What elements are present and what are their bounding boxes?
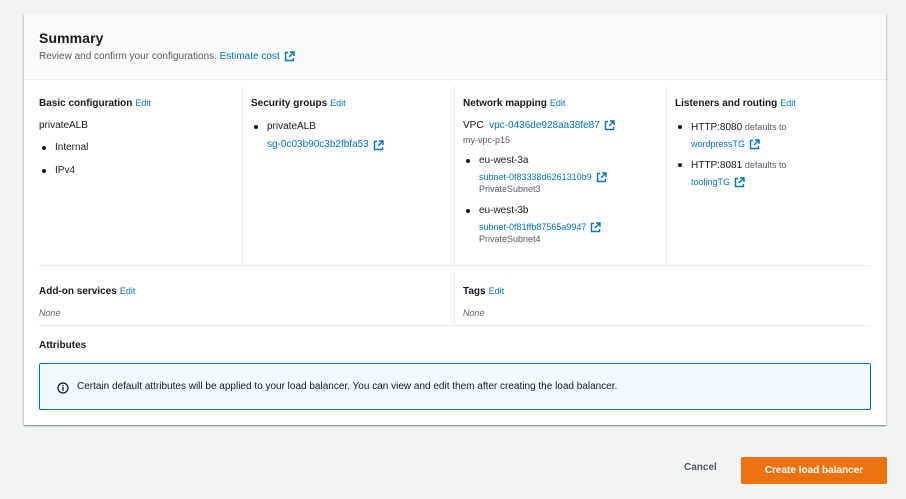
network-mapping-section: Network mapping Edit VPC vpc-0436de928aa3… — [463, 88, 663, 264]
external-link-icon[interactable] — [596, 171, 607, 183]
vpc-id-link[interactable]: vpc-0436de928aa38fe87 — [489, 120, 600, 131]
security-groups-title: Security groups — [251, 98, 328, 109]
security-groups-section: Security groups Edit privateALB sg-0c03b9… — [251, 88, 451, 264]
info-circle-icon — [57, 381, 69, 394]
external-link-icon[interactable] — [749, 138, 760, 150]
basic-configuration-edit-link[interactable]: Edit — [135, 98, 151, 108]
external-link-icon[interactable] — [373, 139, 384, 151]
security-groups-edit-link[interactable]: Edit — [330, 98, 346, 108]
attributes-info-alert: Certain default attributes will be appli… — [39, 363, 871, 410]
security-groups-list: privateALB sg-0c03b90c3b2fbfa53 — [251, 121, 451, 151]
availability-zone-list: eu-west-3a subnet-0f83338d6261310b9 Priv… — [463, 155, 663, 245]
listener-protocol-port: HTTP:8080 — [691, 122, 743, 133]
subnet-row: subnet-0f83338d6261310b9 — [479, 171, 663, 183]
addon-services-value: None — [39, 308, 61, 318]
tags-heading: Tags Edit — [463, 284, 863, 298]
subnet-name: PrivateSubnet3 — [479, 184, 541, 194]
column-divider — [454, 272, 455, 324]
security-group-id-row: sg-0c03b90c3b2fbfa53 — [267, 139, 451, 151]
target-group-row: wordpressTG — [691, 138, 875, 150]
tags-value: None — [463, 308, 485, 318]
summary-title: Summary — [39, 30, 104, 46]
scheme-item: Internal — [39, 142, 239, 154]
defaults-to-text: defaults to — [744, 122, 787, 132]
security-group-name: privateALB — [267, 121, 316, 132]
estimate-cost-link[interactable]: Estimate cost — [220, 51, 280, 62]
listeners-routing-edit-link[interactable]: Edit — [780, 98, 796, 108]
tags-section: Tags Edit None — [463, 284, 863, 318]
addon-services-heading: Add-on services Edit — [39, 284, 439, 298]
subnet-row: subnet-0f81ffb87565a9947 — [479, 221, 663, 233]
subnet-id-link[interactable]: subnet-0f81ffb87565a9947 — [479, 221, 586, 233]
cancel-button[interactable]: Cancel — [684, 462, 717, 473]
listeners-routing-section: Listeners and routing Edit HTTP:8080 defa… — [675, 88, 875, 264]
listener-item: HTTP:8080 defaults to wordpressTG — [675, 121, 875, 150]
summary-subtitle: Review and confirm your configurations. … — [39, 51, 295, 62]
security-groups-heading: Security groups Edit — [251, 96, 451, 110]
create-load-balancer-button[interactable]: Create load balancer — [741, 457, 887, 484]
attributes-info-text: Certain default attributes will be appli… — [77, 381, 618, 392]
external-link-icon[interactable] — [604, 120, 615, 131]
listeners-routing-title: Listeners and routing — [675, 98, 778, 109]
target-group-link[interactable]: toolingTG — [691, 176, 730, 188]
network-mapping-title: Network mapping — [463, 98, 547, 109]
listeners-list: HTTP:8080 defaults to wordpressTG HTTP:8… — [675, 121, 875, 188]
column-divider — [242, 86, 243, 264]
tags-title: Tags — [463, 286, 486, 297]
listeners-routing-heading: Listeners and routing Edit — [675, 96, 875, 110]
basic-configuration-title: Basic configuration — [39, 98, 133, 109]
vpc-row: VPC vpc-0436de928aa38fe87 — [463, 120, 663, 131]
column-divider — [454, 86, 455, 264]
basic-configuration-section: Basic configuration Edit privateALB Inter… — [39, 88, 239, 264]
external-link-icon[interactable] — [284, 51, 295, 62]
addon-services-section: Add-on services Edit None — [39, 284, 439, 318]
subnet-id-link[interactable]: subnet-0f83338d6261310b9 — [479, 171, 592, 183]
target-group-link[interactable]: wordpressTG — [691, 138, 745, 150]
basic-configuration-list: Internal IPv4 — [39, 142, 239, 177]
availability-zone-item: eu-west-3a subnet-0f83338d6261310b9 Priv… — [463, 155, 663, 195]
external-link-icon[interactable] — [734, 176, 745, 188]
addon-services-edit-link[interactable]: Edit — [120, 286, 136, 296]
network-mapping-heading: Network mapping Edit — [463, 96, 663, 110]
availability-zone-name: eu-west-3b — [479, 205, 529, 216]
external-link-icon[interactable] — [590, 221, 602, 233]
vpc-label: VPC — [463, 120, 484, 131]
column-divider — [666, 86, 667, 264]
listener-protocol-port: HTTP:8081 — [691, 160, 743, 171]
basic-configuration-heading: Basic configuration Edit — [39, 96, 239, 110]
lb-name: privateALB — [39, 120, 88, 131]
attributes-heading: Attributes — [39, 340, 87, 351]
security-group-item: privateALB sg-0c03b90c3b2fbfa53 — [251, 121, 451, 151]
addon-services-title: Add-on services — [39, 286, 117, 297]
vpc-name: my-vpc-p15 — [463, 135, 511, 145]
row-divider — [39, 325, 871, 326]
availability-zone-item: eu-west-3b subnet-0f81ffb87565a9947 Priv… — [463, 205, 663, 245]
summary-subtitle-text: Review and confirm your configurations. — [39, 51, 217, 62]
defaults-to-text: defaults to — [744, 160, 787, 170]
tags-edit-link[interactable]: Edit — [489, 286, 505, 296]
ip-type-item: IPv4 — [39, 165, 239, 177]
availability-zone-name: eu-west-3a — [479, 155, 529, 166]
target-group-row: toolingTG — [691, 176, 875, 188]
summary-header: Summary Review and confirm your configur… — [24, 14, 886, 80]
listener-item: HTTP:8081 defaults to toolingTG — [675, 159, 875, 188]
subnet-name: PrivateSubnet4 — [479, 234, 541, 244]
row-divider — [39, 265, 871, 266]
summary-panel: Summary Review and confirm your configur… — [24, 14, 886, 425]
security-group-id-link[interactable]: sg-0c03b90c3b2fbfa53 — [267, 139, 369, 151]
network-mapping-edit-link[interactable]: Edit — [550, 98, 566, 108]
